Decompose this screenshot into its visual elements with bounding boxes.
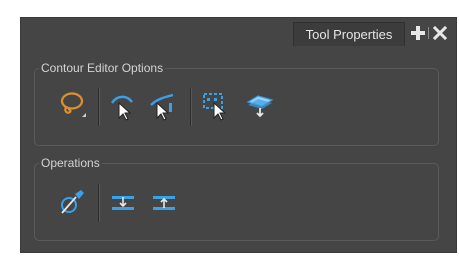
contour-editor-options-title: Contour Editor Options [39, 61, 166, 75]
create-point-icon[interactable] [57, 188, 87, 218]
contour-editor-pen-icon[interactable] [107, 91, 137, 121]
contour-editor-pen-alt-icon[interactable] [147, 91, 177, 121]
operations-group [34, 163, 439, 241]
select-points-icon[interactable] [201, 91, 231, 121]
close-icon[interactable] [432, 24, 448, 42]
lasso-select-icon[interactable] [57, 90, 87, 120]
contour-editor-options-group [34, 68, 439, 146]
distribute-vertical-icon[interactable] [150, 188, 180, 218]
tool-properties-panel: Tool Properties Contour Editor Options O… [20, 17, 457, 253]
operations-title: Operations [39, 156, 102, 170]
tab-tool-properties[interactable]: Tool Properties [293, 22, 405, 46]
distribute-horizontal-icon[interactable] [109, 188, 139, 218]
toolbar-divider [98, 184, 100, 222]
plus-icon[interactable] [410, 24, 426, 42]
toolbar-divider [98, 88, 100, 126]
layer-flatten-icon[interactable] [245, 90, 275, 120]
controls-divider [428, 27, 429, 39]
toolbar-divider [190, 88, 192, 126]
panel-controls [410, 24, 454, 42]
